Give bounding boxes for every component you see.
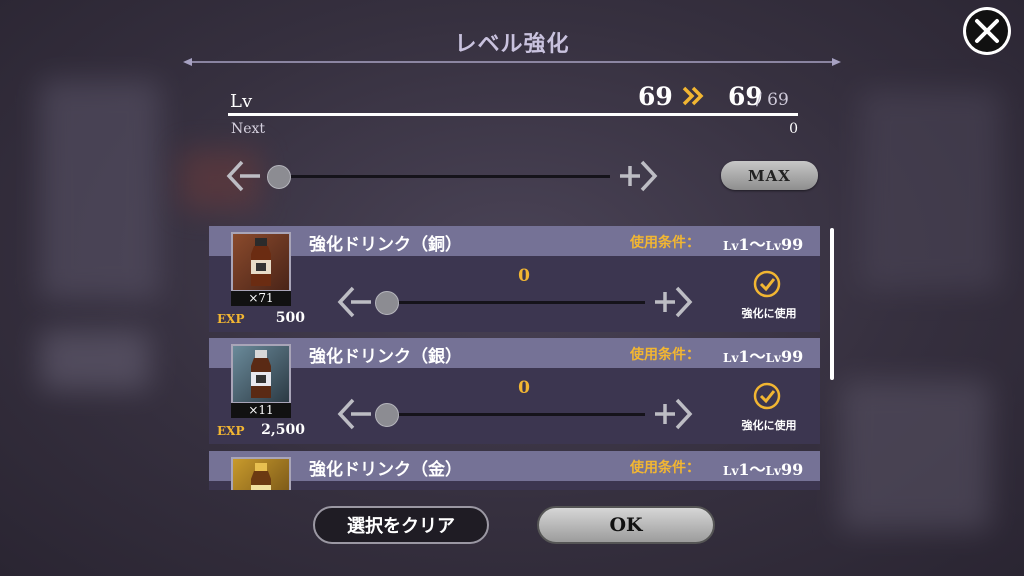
item-slider[interactable]: [337, 282, 693, 322]
item-name: 強化ドリンク（金）: [309, 460, 462, 480]
check-circle-icon[interactable]: [753, 382, 781, 410]
item-condition-label: 使用条件：: [630, 347, 700, 363]
range-to: 99: [780, 347, 804, 366]
item-count: ×11: [231, 403, 291, 418]
list-item: 強化ドリンク（銅） 使用条件： Lv1～Lv99 ×71 EXP 500 0 強…: [209, 226, 820, 332]
range-lv: Lv: [723, 239, 739, 253]
level-slider[interactable]: [226, 156, 658, 196]
range-lv: Lv: [723, 351, 739, 365]
plus-arrow-icon[interactable]: [653, 394, 693, 434]
item-condition-label: 使用条件：: [630, 235, 700, 251]
background-blur: [840, 380, 990, 530]
level-label: Lv: [230, 91, 253, 112]
background-blur: [860, 90, 1000, 290]
max-button[interactable]: MAX: [721, 161, 818, 190]
background-blur: [40, 80, 160, 300]
item-level-range: Lv1～Lv99: [723, 343, 803, 367]
minus-arrow-icon[interactable]: [337, 394, 377, 434]
slider-thumb[interactable]: [267, 165, 291, 189]
exp-label: EXP: [217, 424, 245, 438]
use-label: 強化に使用: [741, 419, 797, 432]
ok-button[interactable]: OK: [537, 506, 715, 544]
range-to: 99: [780, 235, 804, 254]
check-circle-icon[interactable]: [753, 270, 781, 298]
level-values: 69 69 / 69: [600, 82, 798, 112]
range-lv: Lv: [723, 464, 739, 478]
plus-arrow-icon[interactable]: [618, 156, 658, 196]
range-from: 1～: [738, 235, 766, 254]
next-value: 0: [789, 121, 798, 137]
bronze-drink-icon: [231, 232, 291, 292]
item-name: 強化ドリンク（銅）: [309, 235, 462, 255]
double-chevron-right-icon: [682, 86, 704, 110]
range-lv: Lv: [765, 239, 781, 253]
level-current: 69: [638, 82, 673, 111]
item-count: ×71: [231, 291, 291, 306]
item-name: 強化ドリンク（銀）: [309, 347, 462, 367]
title-divider: [183, 58, 841, 66]
silver-drink-icon: [231, 344, 291, 404]
slider-thumb[interactable]: [375, 291, 399, 315]
item-condition-label: 使用条件：: [630, 460, 700, 476]
list-item: 強化ドリンク（金） 使用条件： Lv1～Lv99: [209, 451, 820, 490]
slider-track: [381, 413, 645, 416]
next-label: Next: [231, 121, 266, 137]
range-to: 99: [780, 460, 804, 479]
slider-thumb[interactable]: [375, 403, 399, 427]
minus-arrow-icon[interactable]: [226, 156, 266, 196]
item-level-range: Lv1～Lv99: [723, 231, 803, 255]
range-lv: Lv: [765, 464, 781, 478]
level-max: / 69: [756, 90, 789, 110]
minus-arrow-icon[interactable]: [337, 282, 377, 322]
slider-track: [381, 301, 645, 304]
range-from: 1～: [738, 460, 766, 479]
item-list[interactable]: 強化ドリンク（銅） 使用条件： Lv1～Lv99 ×71 EXP 500 0 強…: [209, 226, 820, 490]
background-blur: [40, 330, 150, 390]
range-lv: Lv: [765, 351, 781, 365]
plus-arrow-icon[interactable]: [653, 282, 693, 322]
item-level-range: Lv1～Lv99: [723, 456, 803, 480]
slider-track: [270, 175, 610, 178]
range-from: 1～: [738, 347, 766, 366]
clear-selection-button[interactable]: 選択をクリア: [313, 506, 489, 544]
exp-value: 2,500: [261, 422, 305, 438]
use-label: 強化に使用: [741, 307, 797, 320]
list-item: 強化ドリンク（銀） 使用条件： Lv1～Lv99 ×11 EXP 2,500 0…: [209, 338, 820, 444]
exp-value: 500: [275, 310, 305, 326]
list-scrollbar[interactable]: [830, 228, 834, 380]
exp-label: EXP: [217, 312, 245, 326]
dialog-title: レベル強化: [454, 31, 570, 57]
item-slider[interactable]: [337, 394, 693, 434]
level-underline: [228, 113, 798, 116]
gold-drink-icon: [231, 457, 291, 490]
